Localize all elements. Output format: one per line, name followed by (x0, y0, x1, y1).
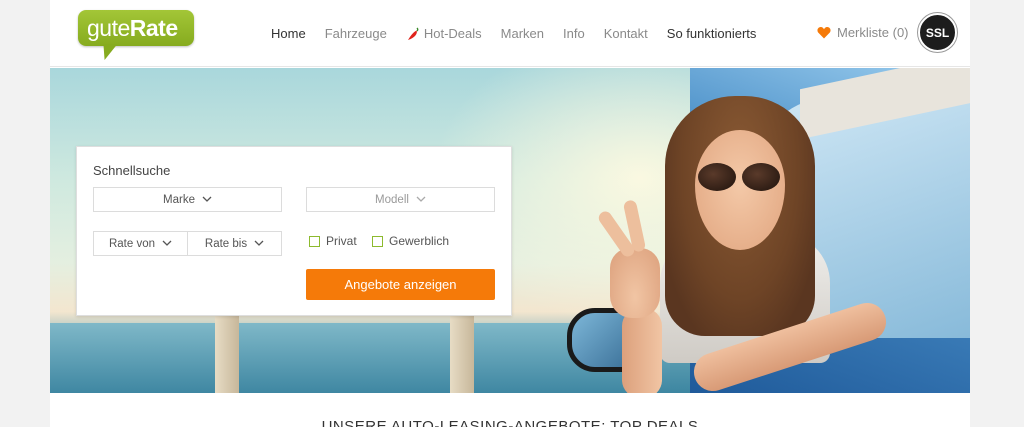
private-checkbox-label: Privat (326, 234, 357, 248)
page: guteRate Home Fahrzeuge Hot-Deals Marken… (50, 0, 970, 427)
nav-so-funktionierts[interactable]: So funktionierts (667, 26, 757, 42)
business-checkbox[interactable] (372, 235, 383, 247)
logo-text-light: gute (87, 15, 130, 41)
nav-home[interactable]: Home (271, 26, 306, 42)
wishlist-label: Merkliste (0) (837, 25, 909, 40)
hero-sunglasses-right (742, 163, 780, 191)
rate-to-label: Rate bis (204, 237, 248, 250)
rate-from-select[interactable]: Rate von (93, 231, 188, 256)
chevron-down-icon (202, 196, 212, 202)
nav-info[interactable]: Info (563, 26, 585, 42)
brand-select-label: Marke (163, 193, 195, 206)
hero-post (215, 313, 239, 393)
private-checkbox[interactable] (309, 235, 320, 247)
nav-hot-deals[interactable]: Hot-Deals (406, 26, 482, 42)
brand-select[interactable]: Marke (93, 187, 282, 212)
section-title: UNSERE AUTO-LEASING-ANGEBOTE: TOP DEALS (321, 418, 699, 427)
quick-search-title: Schnellsuche (93, 163, 171, 178)
nav-hot-deals-label: Hot-Deals (423, 26, 482, 41)
show-offers-button[interactable]: Angebote anzeigen (306, 269, 495, 300)
rate-to-select[interactable]: Rate bis (187, 231, 282, 256)
private-checkbox-row[interactable]: Privat (309, 234, 357, 248)
hero-person-forearm (622, 308, 662, 393)
hero-sunglasses-left (698, 163, 736, 191)
ssl-badge: SSL (918, 13, 957, 52)
hero-banner: Schnellsuche Marke Modell Rate von Rate … (50, 68, 970, 393)
header: guteRate Home Fahrzeuge Hot-Deals Marken… (50, 0, 970, 67)
logo-bubble-tail (100, 44, 118, 60)
hero-post (450, 313, 474, 393)
quick-search-panel: Schnellsuche Marke Modell Rate von Rate … (76, 146, 512, 316)
nav-marken[interactable]: Marken (501, 26, 544, 42)
nav-kontakt[interactable]: Kontakt (604, 26, 648, 42)
chevron-down-icon (254, 240, 264, 246)
rate-from-label: Rate von (108, 237, 156, 250)
logo[interactable]: guteRate (78, 10, 194, 60)
logo-text-bold: Rate (129, 15, 178, 41)
business-checkbox-label: Gewerblich (389, 234, 450, 248)
business-checkbox-row[interactable]: Gewerblich (372, 234, 449, 248)
main-nav: Home Fahrzeuge Hot-Deals Marken Info Kon… (271, 25, 775, 43)
logo-text: guteRate (87, 14, 178, 42)
heart-icon (817, 27, 831, 39)
ssl-badge-label: SSL (925, 25, 950, 40)
model-select[interactable]: Modell (306, 187, 495, 212)
model-select-label: Modell (375, 193, 409, 206)
hero-person-hand (610, 248, 660, 318)
chevron-down-icon (162, 240, 172, 246)
wishlist-link[interactable]: Merkliste (0) (817, 25, 909, 40)
chili-icon (407, 27, 419, 40)
chevron-down-icon (416, 196, 426, 202)
nav-fahrzeuge[interactable]: Fahrzeuge (325, 26, 387, 42)
